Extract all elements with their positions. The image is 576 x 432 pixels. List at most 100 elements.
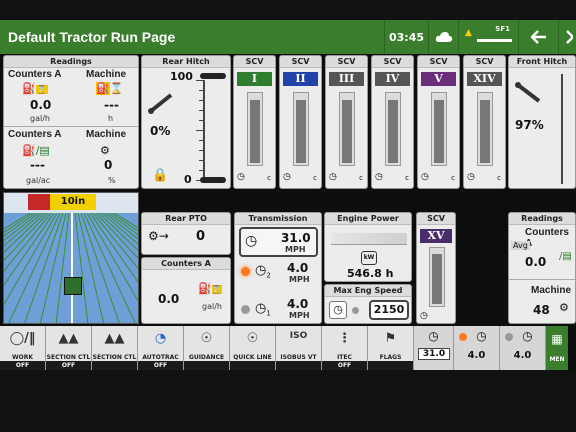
shortcut-button-4[interactable]: ☉ GUIDANCE <box>184 326 230 370</box>
hitch-position-marker[interactable] <box>200 177 226 183</box>
max-eng-speed-panel[interactable]: Max Eng Speed ◷ 2150 <box>324 284 412 324</box>
timer-icon: ◷ <box>237 172 245 182</box>
readings-panel-left[interactable]: Readings Counters A Machine ⛽⌛ ⛽⌛ 0.0 --… <box>3 55 139 189</box>
scv-xv-label: XV <box>420 229 452 243</box>
shortcut-label: SECTION CTL <box>46 354 91 361</box>
inactive-gear-indicator <box>505 333 513 341</box>
shortcut-label: ISOBUS VT <box>280 354 317 361</box>
speed-shortcut-button[interactable]: ◷ 31.0 <box>414 326 454 370</box>
hitch-tick <box>196 80 204 81</box>
speed-display[interactable]: ◷ 31.0 MPH <box>239 227 318 257</box>
scv-header: SCV <box>234 56 275 68</box>
shortcut-button-6[interactable]: ISO ISOBUS VT <box>276 326 322 370</box>
hitch-icon <box>148 92 174 118</box>
engine-speed-icon[interactable]: ◷ <box>329 301 347 319</box>
pto-value: 0 <box>196 229 206 244</box>
readings-panel-right[interactable]: Readings Counters A Avg 0.0 /▤ Machine 4… <box>508 212 576 324</box>
machine-label: Machine <box>86 69 127 80</box>
scv-panel-ii[interactable]: SCV II ◷ c <box>279 55 322 189</box>
scv-panel-v[interactable]: SCV V ◷ c <box>417 55 460 189</box>
scv-xv-gauge <box>429 247 445 307</box>
counters-a-header: Counters A <box>142 258 230 270</box>
shortcut-status: OFF <box>0 361 45 370</box>
shortcut-button-0[interactable]: ◯/‖ WORK OFF <box>0 326 46 370</box>
slip-value: 0 <box>104 158 113 172</box>
shortcut-button-3[interactable]: ◔ AUTOTRAC OFF <box>138 326 184 370</box>
gear-2-shortcut-button[interactable]: ◷ 4.0 <box>454 326 500 370</box>
detent-icon: c <box>313 174 317 182</box>
back-arrow-icon[interactable] <box>518 20 558 54</box>
scv-label: III <box>329 72 364 86</box>
speed-unit: MPH <box>285 245 306 254</box>
hitch-tick <box>199 110 204 111</box>
counters-a-panel[interactable]: Counters A 0.0 ⛽⌛ gal/h <box>141 257 231 324</box>
cloud-icon[interactable] <box>428 20 458 54</box>
shortcut-button-7[interactable]: ⋮ ITEC OFF <box>322 326 368 370</box>
scv-flow-fill <box>296 100 306 163</box>
scv-panel-iii[interactable]: SCV III ◷ c <box>325 55 368 189</box>
swath-width-label: 10in <box>50 194 96 210</box>
shortcut-button-8[interactable]: ⚑ FLAGS <box>368 326 414 370</box>
signal-bar-icon <box>477 39 512 42</box>
divider <box>4 126 138 127</box>
engine-hours-icon: kW <box>361 251 377 265</box>
timer-icon: ◷ <box>421 172 429 182</box>
engine-speed-indicator <box>352 307 359 314</box>
engine-power-bar <box>331 233 407 245</box>
detent-icon: c <box>359 174 363 182</box>
menu-grid-icon: ▦ <box>551 332 563 346</box>
gear-2-shortcut-value: 4.0 <box>467 350 486 361</box>
clock-time: 03:45 <box>388 30 424 44</box>
scv-panel-i[interactable]: SCV I ◷ c <box>233 55 276 189</box>
front-hitch-panel[interactable]: Front Hitch 97% <box>508 55 576 189</box>
menu-button[interactable]: ▦ MEN <box>546 326 568 370</box>
engine-power-panel[interactable]: Engine Power kW 546.8 h <box>324 212 412 282</box>
scv-flow-fill <box>480 100 490 163</box>
rear-pto-panel[interactable]: Rear PTO ⚙→ 0 <box>141 212 231 255</box>
fuel-per-area-icon: ⛽/▤ <box>22 144 50 157</box>
speed-value: 31.0 <box>281 231 311 245</box>
readings-right-header: Readings <box>509 213 575 225</box>
avg-label: Avg <box>511 241 530 250</box>
rear-pto-header: Rear PTO <box>142 213 230 225</box>
scv-panel-xiv[interactable]: SCV XIV ◷ c <box>463 55 506 189</box>
guidance-icon: ☉ <box>200 331 213 346</box>
shortcut-button-5[interactable]: ☉ QUICK LINE <box>230 326 276 370</box>
detent-icon: c <box>451 174 455 182</box>
scv-label: I <box>237 72 272 86</box>
warning-icon: ▲ <box>465 28 472 38</box>
gps-status[interactable]: ▲ SF1 <box>458 20 518 54</box>
slip-icon: ⚙ <box>100 144 110 157</box>
shortcut-button-1[interactable]: ▲▲ SECTION CTL OFF <box>46 326 92 370</box>
detent-icon: c <box>405 174 409 182</box>
scv-xv-panel[interactable]: SCV XV ◷ <box>416 212 456 324</box>
forward-arrow-icon[interactable] <box>558 20 576 54</box>
counters-a-unit: gal/h <box>202 302 222 311</box>
gear-1-shortcut-button[interactable]: ◷ 4.0 <box>500 326 546 370</box>
hitch-tick <box>199 140 204 141</box>
front-hitch-header: Front Hitch <box>509 56 575 68</box>
counters-a-label-2: Counters A <box>8 129 62 140</box>
fuel-per-area-value: --- <box>30 158 45 172</box>
scv-panel-iv[interactable]: SCV IV ◷ c <box>371 55 414 189</box>
section-control-icon: ▲▲ <box>58 331 79 346</box>
detent-icon: c <box>497 174 501 182</box>
timer-icon: ◷ <box>375 172 383 182</box>
gear-2-icon: ◷2 <box>255 263 271 280</box>
lock-icon[interactable]: 🔒 <box>152 168 168 183</box>
speedometer-icon: ◷ <box>245 233 258 249</box>
shortcut-label: FLAGS <box>379 354 402 361</box>
shortcut-label: GUIDANCE <box>188 354 225 361</box>
inactive-gear-indicator <box>241 305 250 314</box>
timer-icon: ◷ <box>467 172 475 182</box>
shortcut-status <box>230 361 275 370</box>
shortcut-button-2[interactable]: ▲▲ SECTION CTL <box>92 326 138 370</box>
transmission-panel[interactable]: Transmission ◷ 31.0 MPH ◷2 4.0 MPH ◷1 4.… <box>234 212 322 324</box>
guidance-view[interactable]: 10in <box>3 192 139 324</box>
max-eng-speed-value[interactable]: 2150 <box>369 300 409 320</box>
shortcut-label: QUICK LINE <box>233 354 272 361</box>
shortcut-label: WORK <box>12 354 33 361</box>
scv-flow-gauge <box>477 92 493 166</box>
scv-header: SCV <box>464 56 505 68</box>
rear-hitch-panel[interactable]: Rear Hitch 100 0% 🔒 0 <box>141 55 231 189</box>
